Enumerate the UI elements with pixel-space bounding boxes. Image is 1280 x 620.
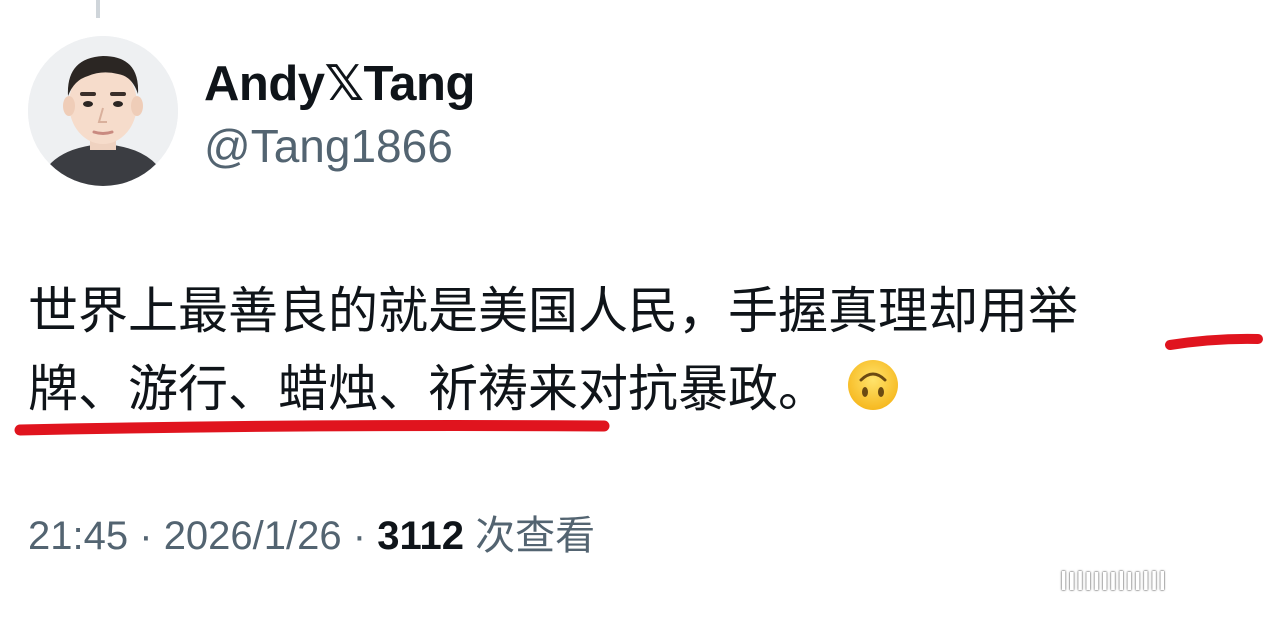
user-handle[interactable]: @Tang1866: [204, 118, 453, 174]
tweet-text-line-2: 牌、游行、蜡烛、祈祷来对抗暴政。: [28, 350, 1228, 428]
meta-separator: ·: [352, 514, 367, 558]
tweet-text: 世界上最善良的就是美国人民，手握真理却用举 牌、游行、蜡烛、祈祷来对抗暴政。: [28, 272, 1228, 428]
tweet-text-line-1: 世界上最善良的就是美国人民，手握真理却用举: [28, 282, 1078, 340]
views-count[interactable]: 3112: [377, 514, 464, 558]
person-avatar-icon: [28, 36, 178, 186]
meta-separator: ·: [139, 514, 153, 558]
tweet-meta: 21:45 · 2026/1/26 · 3112 次查看: [28, 508, 595, 564]
avatar[interactable]: [28, 36, 178, 186]
upside-down-face-icon: [846, 358, 900, 412]
display-name[interactable]: Andy𝕏Tang: [204, 54, 475, 114]
tweet-time[interactable]: 21:45: [28, 514, 128, 558]
views-label: 次查看: [475, 513, 596, 559]
tweet-date[interactable]: 2026/1/26: [164, 514, 342, 558]
watermark: lIlIIIIlIIlll: [1060, 566, 1167, 596]
tweet-text-line-2-content: 牌、游行、蜡烛、祈祷来对抗暴政。: [28, 360, 828, 418]
thread-connector-line: [96, 0, 100, 18]
